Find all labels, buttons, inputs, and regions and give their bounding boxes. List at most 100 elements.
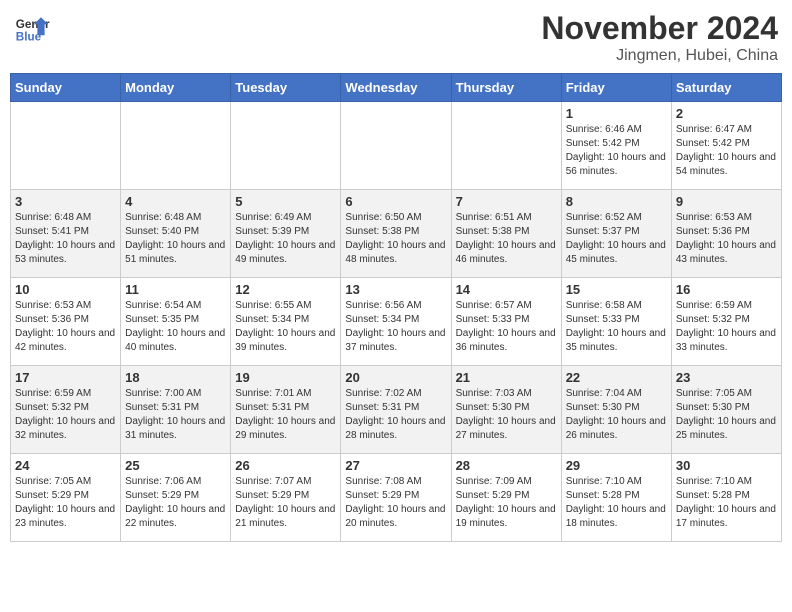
- calendar-cell: 29 Sunrise: 7:10 AM Sunset: 5:28 PM Dayli…: [561, 454, 671, 542]
- day-number: 19: [235, 370, 336, 385]
- day-number: 4: [125, 194, 226, 209]
- day-info: Sunrise: 6:56 AM Sunset: 5:34 PM Dayligh…: [345, 299, 446, 355]
- calendar-week-row: 1 Sunrise: 6:46 AM Sunset: 5:42 PM Daylig…: [11, 102, 782, 190]
- day-info: Sunrise: 7:07 AM Sunset: 5:29 PM Dayligh…: [235, 475, 336, 531]
- day-number: 8: [566, 194, 667, 209]
- day-number: 10: [15, 282, 116, 297]
- day-info: Sunrise: 7:10 AM Sunset: 5:28 PM Dayligh…: [566, 475, 667, 531]
- day-info: Sunrise: 6:59 AM Sunset: 5:32 PM Dayligh…: [15, 387, 116, 443]
- day-number: 1: [566, 106, 667, 121]
- title-block: November 2024 Jingmen, Hubei, China: [541, 10, 778, 65]
- calendar-cell: [341, 102, 451, 190]
- day-number: 28: [456, 458, 557, 473]
- day-info: Sunrise: 6:48 AM Sunset: 5:40 PM Dayligh…: [125, 211, 226, 267]
- calendar-cell: 14 Sunrise: 6:57 AM Sunset: 5:33 PM Dayli…: [451, 278, 561, 366]
- day-number: 5: [235, 194, 336, 209]
- calendar-cell: 23Sunrise: 7:05 AM Sunset: 5:30 PM Dayli…: [671, 366, 781, 454]
- day-number: 11: [125, 282, 226, 297]
- day-info: Sunrise: 7:02 AM Sunset: 5:31 PM Dayligh…: [345, 387, 446, 443]
- logo: General Blue: [14, 10, 50, 46]
- calendar-cell: [451, 102, 561, 190]
- day-number: 27: [345, 458, 446, 473]
- day-info: Sunrise: 6:48 AM Sunset: 5:41 PM Dayligh…: [15, 211, 116, 267]
- calendar-cell: 17 Sunrise: 6:59 AM Sunset: 5:32 PM Dayli…: [11, 366, 121, 454]
- calendar-cell: 2Sunrise: 6:47 AM Sunset: 5:42 PM Daylig…: [671, 102, 781, 190]
- weekday-header: Thursday: [451, 74, 561, 102]
- day-info: Sunrise: 6:49 AM Sunset: 5:39 PM Dayligh…: [235, 211, 336, 267]
- calendar-cell: 1 Sunrise: 6:46 AM Sunset: 5:42 PM Daylig…: [561, 102, 671, 190]
- day-number: 6: [345, 194, 446, 209]
- calendar-cell: 11Sunrise: 6:54 AM Sunset: 5:35 PM Dayli…: [121, 278, 231, 366]
- day-info: Sunrise: 7:00 AM Sunset: 5:31 PM Dayligh…: [125, 387, 226, 443]
- day-number: 29: [566, 458, 667, 473]
- weekday-header: Tuesday: [231, 74, 341, 102]
- day-number: 7: [456, 194, 557, 209]
- day-info: Sunrise: 7:10 AM Sunset: 5:28 PM Dayligh…: [676, 475, 777, 531]
- calendar-week-row: 10 Sunrise: 6:53 AM Sunset: 5:36 PM Dayli…: [11, 278, 782, 366]
- day-info: Sunrise: 6:57 AM Sunset: 5:33 PM Dayligh…: [456, 299, 557, 355]
- day-number: 21: [456, 370, 557, 385]
- day-info: Sunrise: 6:55 AM Sunset: 5:34 PM Dayligh…: [235, 299, 336, 355]
- day-info: Sunrise: 6:51 AM Sunset: 5:38 PM Dayligh…: [456, 211, 557, 267]
- calendar-cell: 13 Sunrise: 6:56 AM Sunset: 5:34 PM Dayli…: [341, 278, 451, 366]
- calendar-cell: 7 Sunrise: 6:51 AM Sunset: 5:38 PM Daylig…: [451, 190, 561, 278]
- day-info: Sunrise: 7:05 AM Sunset: 5:30 PM Dayligh…: [676, 387, 777, 443]
- weekday-header: Sunday: [11, 74, 121, 102]
- day-number: 18: [125, 370, 226, 385]
- calendar-cell: 28Sunrise: 7:09 AM Sunset: 5:29 PM Dayli…: [451, 454, 561, 542]
- calendar-cell: 10 Sunrise: 6:53 AM Sunset: 5:36 PM Dayli…: [11, 278, 121, 366]
- day-info: Sunrise: 7:01 AM Sunset: 5:31 PM Dayligh…: [235, 387, 336, 443]
- day-number: 20: [345, 370, 446, 385]
- day-number: 26: [235, 458, 336, 473]
- day-number: 13: [345, 282, 446, 297]
- calendar-cell: 27Sunrise: 7:08 AM Sunset: 5:29 PM Dayli…: [341, 454, 451, 542]
- day-info: Sunrise: 6:46 AM Sunset: 5:42 PM Dayligh…: [566, 123, 667, 179]
- day-info: Sunrise: 7:06 AM Sunset: 5:29 PM Dayligh…: [125, 475, 226, 531]
- day-info: Sunrise: 6:59 AM Sunset: 5:32 PM Dayligh…: [676, 299, 777, 355]
- day-info: Sunrise: 6:52 AM Sunset: 5:37 PM Dayligh…: [566, 211, 667, 267]
- logo-icon: General Blue: [14, 10, 50, 46]
- calendar-cell: 5 Sunrise: 6:49 AM Sunset: 5:39 PM Daylig…: [231, 190, 341, 278]
- calendar-table: SundayMondayTuesdayWednesdayThursdayFrid…: [10, 73, 782, 542]
- calendar-cell: 6Sunrise: 6:50 AM Sunset: 5:38 PM Daylig…: [341, 190, 451, 278]
- calendar-cell: 24 Sunrise: 7:05 AM Sunset: 5:29 PM Dayli…: [11, 454, 121, 542]
- day-number: 9: [676, 194, 777, 209]
- calendar-cell: 30Sunrise: 7:10 AM Sunset: 5:28 PM Dayli…: [671, 454, 781, 542]
- day-number: 3: [15, 194, 116, 209]
- calendar-cell: 26 Sunrise: 7:07 AM Sunset: 5:29 PM Dayli…: [231, 454, 341, 542]
- day-number: 15: [566, 282, 667, 297]
- calendar-cell: 16 Sunrise: 6:59 AM Sunset: 5:32 PM Dayli…: [671, 278, 781, 366]
- day-info: Sunrise: 7:04 AM Sunset: 5:30 PM Dayligh…: [566, 387, 667, 443]
- calendar-cell: 21Sunrise: 7:03 AM Sunset: 5:30 PM Dayli…: [451, 366, 561, 454]
- weekday-header: Friday: [561, 74, 671, 102]
- day-info: Sunrise: 6:53 AM Sunset: 5:36 PM Dayligh…: [676, 211, 777, 267]
- day-number: 14: [456, 282, 557, 297]
- calendar-week-row: 17 Sunrise: 6:59 AM Sunset: 5:32 PM Dayli…: [11, 366, 782, 454]
- calendar-cell: 18 Sunrise: 7:00 AM Sunset: 5:31 PM Dayli…: [121, 366, 231, 454]
- calendar-week-row: 3 Sunrise: 6:48 AM Sunset: 5:41 PM Daylig…: [11, 190, 782, 278]
- day-number: 22: [566, 370, 667, 385]
- calendar-cell: 20 Sunrise: 7:02 AM Sunset: 5:31 PM Dayli…: [341, 366, 451, 454]
- calendar-cell: 4 Sunrise: 6:48 AM Sunset: 5:40 PM Daylig…: [121, 190, 231, 278]
- day-info: Sunrise: 6:47 AM Sunset: 5:42 PM Dayligh…: [676, 123, 777, 179]
- weekday-header: Saturday: [671, 74, 781, 102]
- month-year: November 2024: [541, 10, 778, 47]
- page-header: General Blue November 2024 Jingmen, Hube…: [10, 10, 782, 65]
- day-info: Sunrise: 7:05 AM Sunset: 5:29 PM Dayligh…: [15, 475, 116, 531]
- calendar-cell: 9 Sunrise: 6:53 AM Sunset: 5:36 PM Daylig…: [671, 190, 781, 278]
- day-info: Sunrise: 6:53 AM Sunset: 5:36 PM Dayligh…: [15, 299, 116, 355]
- day-number: 25: [125, 458, 226, 473]
- day-number: 16: [676, 282, 777, 297]
- calendar-cell: 12 Sunrise: 6:55 AM Sunset: 5:34 PM Dayli…: [231, 278, 341, 366]
- weekday-header: Monday: [121, 74, 231, 102]
- day-number: 17: [15, 370, 116, 385]
- day-number: 24: [15, 458, 116, 473]
- calendar-week-row: 24 Sunrise: 7:05 AM Sunset: 5:29 PM Dayli…: [11, 454, 782, 542]
- location: Jingmen, Hubei, China: [541, 47, 778, 65]
- calendar-cell: [11, 102, 121, 190]
- calendar-cell: [121, 102, 231, 190]
- day-info: Sunrise: 6:58 AM Sunset: 5:33 PM Dayligh…: [566, 299, 667, 355]
- calendar-cell: 22 Sunrise: 7:04 AM Sunset: 5:30 PM Dayli…: [561, 366, 671, 454]
- calendar-cell: 25 Sunrise: 7:06 AM Sunset: 5:29 PM Dayli…: [121, 454, 231, 542]
- day-number: 12: [235, 282, 336, 297]
